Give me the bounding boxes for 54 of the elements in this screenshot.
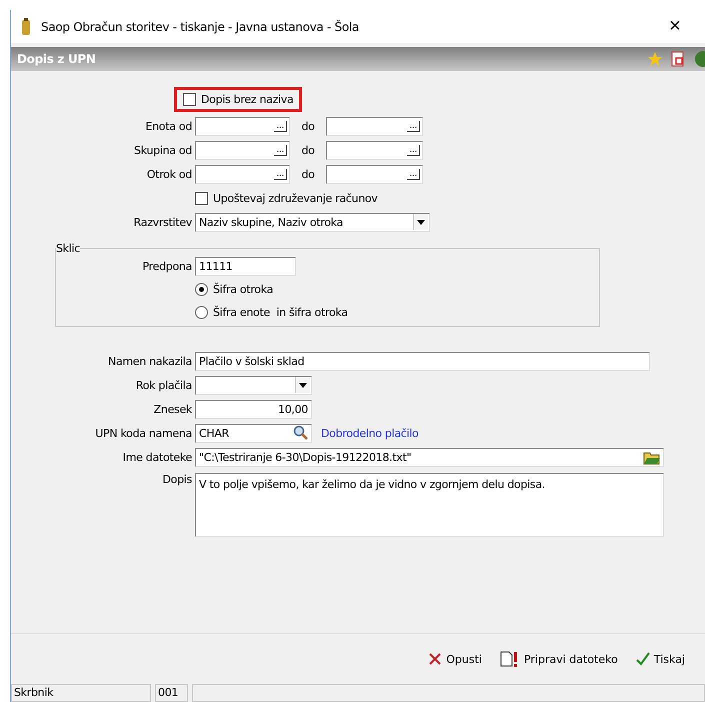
field-value: 10,00 — [277, 402, 309, 416]
field-label: do — [300, 144, 316, 156]
field-value: "C:\Testriranje 6-30\Dopis-19122018.txt" — [198, 450, 412, 464]
print-button[interactable]: Tiskaj — [634, 650, 687, 668]
browse-button[interactable]: ... — [407, 168, 420, 180]
input-field[interactable]: 11111 — [195, 257, 296, 276]
dropdown[interactable]: Naziv skupine, Naziv otroka — [195, 212, 430, 232]
field-value: Plačilo v šolski sklad — [198, 354, 306, 368]
field-label: Dopis — [162, 473, 192, 486]
field-label: Znesek — [152, 402, 192, 416]
status-cell: 001 — [155, 684, 188, 702]
status-cell: Skrbnik — [11, 684, 151, 702]
browse-button[interactable]: ... — [407, 144, 420, 156]
browse-button[interactable]: ... — [274, 168, 287, 180]
field-label: do — [300, 120, 316, 132]
prepare-button[interactable]: Pripravi datoteko — [498, 649, 620, 669]
field-label: do — [300, 168, 316, 180]
input-field[interactable]: ... — [195, 164, 290, 184]
input-field[interactable]: ... — [326, 116, 423, 136]
radio-option[interactable]: Šifra otroka — [195, 283, 274, 296]
link[interactable]: Dobrodelno plačilo — [321, 426, 418, 440]
dropdown-value: Naziv skupine, Naziv otroka — [198, 216, 344, 228]
field-value: CHAR — [198, 426, 230, 440]
field-label: Rok plačila — [134, 378, 192, 392]
checkbox[interactable]: Dopis brez naziva — [183, 93, 294, 106]
input-field[interactable]: "C:\Testriranje 6-30\Dopis-19122018.txt" — [195, 448, 664, 466]
input-field[interactable]: ... — [326, 140, 423, 160]
close-button[interactable]: × — [660, 15, 690, 38]
browse-button[interactable]: ... — [407, 120, 420, 132]
input-field[interactable]: ... — [195, 116, 290, 136]
field-label: Ime datoteke — [122, 450, 192, 464]
text-area[interactable]: V to polje vpišemo, kar želimo da je vidno v zgornjem delu dopisa. — [195, 473, 664, 537]
field-label: Otrok od — [146, 168, 192, 180]
input-field[interactable]: Plačilo v šolski sklad — [195, 352, 650, 370]
checkbox-label: Dopis brez naziva — [201, 93, 294, 106]
field-label: Namen nakazila — [107, 354, 192, 368]
field-value: V to polje vpišemo, kar želimo da je vidno v zgornjem delu dopisa. — [198, 478, 546, 491]
field-value: 11111 — [198, 260, 234, 273]
input-field[interactable]: ... — [326, 164, 423, 184]
input-field[interactable]: CHAR — [195, 424, 312, 442]
field-label: Razvrstitev — [132, 216, 192, 228]
field-label: Skupina od — [133, 144, 192, 156]
field-label: Enota od — [144, 120, 192, 132]
field-label: Predpona — [142, 260, 192, 273]
input-field[interactable]: ... — [195, 140, 290, 160]
radio-label: Šifra otroka — [213, 283, 274, 296]
browse-button[interactable]: ... — [274, 120, 287, 132]
form-title: Dopis z UPN — [17, 52, 96, 66]
group-title: Sklic — [56, 242, 80, 255]
cancel-button[interactable]: Opusti — [426, 650, 484, 668]
browse-button[interactable]: ... — [274, 144, 287, 156]
window-title: Saop Obračun storitev - tiskanje - Javna ustanova - Šola — [41, 20, 360, 34]
input-field[interactable]: 10,00 — [195, 400, 312, 418]
field-label: UPN koda namena — [94, 426, 192, 440]
